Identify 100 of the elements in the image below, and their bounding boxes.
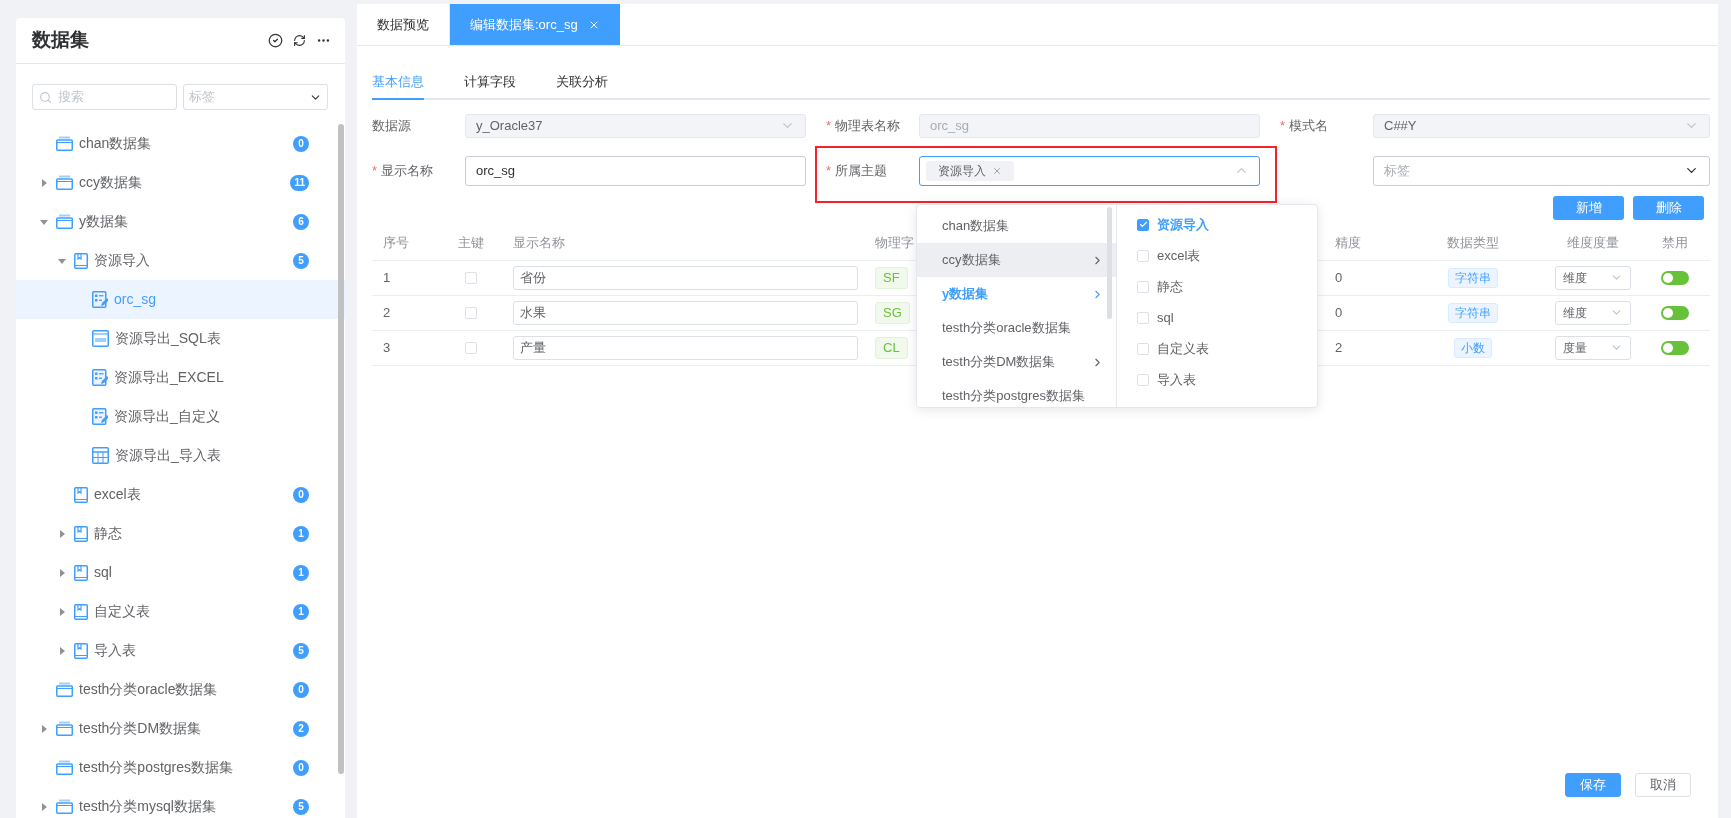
tree-item[interactable]: 静态 1 bbox=[16, 514, 345, 553]
book-icon bbox=[74, 486, 88, 503]
count-badge: 0 bbox=[293, 681, 309, 698]
toggle-switch[interactable] bbox=[1661, 305, 1689, 320]
sub-tab[interactable]: 关联分析 bbox=[556, 72, 608, 100]
checkbox-option[interactable]: 导入表 bbox=[1117, 364, 1317, 395]
caret-right-icon[interactable] bbox=[58, 646, 66, 655]
caret-down-icon[interactable] bbox=[58, 256, 66, 265]
book-icon bbox=[74, 564, 88, 581]
text-field[interactable]: 水果 bbox=[513, 300, 858, 325]
tree-item[interactable]: testh分类DM数据集 2 bbox=[16, 709, 345, 748]
form-edit-icon bbox=[92, 408, 108, 425]
column-header: 显示名称 bbox=[513, 233, 565, 252]
caret-right-icon[interactable] bbox=[40, 802, 48, 811]
tree-item-label: testh分类postgres数据集 bbox=[79, 758, 234, 777]
type-tag: 小数 bbox=[1453, 337, 1492, 358]
tree-item[interactable]: 资源导出_自定义 bbox=[16, 397, 345, 436]
tree-item[interactable]: 自定义表 1 bbox=[16, 592, 345, 631]
book-icon bbox=[74, 603, 88, 620]
tree-item-label: 静态 bbox=[94, 524, 122, 543]
cascader-option[interactable]: ccy数据集 bbox=[917, 243, 1116, 277]
column-header: 物理字 bbox=[875, 233, 914, 252]
caret-right-icon[interactable] bbox=[40, 724, 48, 733]
required-asterisk: * bbox=[826, 161, 832, 180]
tree-item-label: 资源导出_自定义 bbox=[114, 407, 220, 426]
field-label: 模式名 bbox=[1289, 116, 1329, 135]
refresh-icon[interactable] bbox=[293, 34, 306, 47]
caret-right-icon[interactable] bbox=[40, 178, 48, 187]
sub-tab[interactable]: 计算字段 bbox=[464, 72, 516, 100]
tree-item-label: 资源导入 bbox=[94, 251, 150, 270]
table-icon bbox=[92, 447, 109, 464]
count-badge: 0 bbox=[293, 486, 309, 503]
table-cell-text: 1 bbox=[383, 268, 391, 287]
tree-item[interactable]: chan数据集 0 bbox=[16, 124, 345, 163]
tree-item-label: 资源导出_导入表 bbox=[115, 446, 221, 465]
caret-down-icon[interactable] bbox=[40, 217, 48, 226]
field-tag: SG bbox=[875, 301, 910, 324]
checkbox-option[interactable]: sql bbox=[1117, 302, 1317, 333]
count-badge: 1 bbox=[293, 564, 309, 581]
tree-item-label: testh分类oracle数据集 bbox=[79, 680, 218, 699]
tree-item-label: 导入表 bbox=[94, 641, 136, 660]
scrollbar[interactable] bbox=[338, 124, 344, 774]
tree-item[interactable]: 资源导出_EXCEL bbox=[16, 358, 345, 397]
close-icon[interactable] bbox=[992, 165, 1002, 176]
caret-right-icon[interactable] bbox=[58, 529, 66, 538]
tree-item[interactable]: testh分类oracle数据集 0 bbox=[16, 670, 345, 709]
check-circle-icon[interactable] bbox=[268, 33, 283, 48]
measure-select[interactable]: 维度 bbox=[1554, 300, 1631, 325]
tree-item[interactable]: excel表 0 bbox=[16, 475, 345, 514]
count-badge: 5 bbox=[293, 642, 309, 659]
text-field[interactable]: orc_sg bbox=[465, 155, 806, 186]
column-header: 维度度量 bbox=[1566, 233, 1619, 252]
tree-item-label: ccy数据集 bbox=[79, 173, 142, 192]
tree-item-label: 资源导出_EXCEL bbox=[114, 368, 224, 387]
tree-item[interactable]: 资源导出_导入表 bbox=[16, 436, 345, 475]
count-badge: 0 bbox=[293, 135, 309, 152]
tree-item-label: y数据集 bbox=[79, 212, 128, 231]
table-cell-text: 2 bbox=[1335, 338, 1343, 357]
toggle-switch[interactable] bbox=[1661, 270, 1689, 285]
tree-item[interactable]: 资源导出_SQL表 bbox=[16, 319, 345, 358]
tray-icon bbox=[56, 175, 73, 190]
count-badge: 11 bbox=[290, 174, 309, 191]
text-field[interactable]: 省份 bbox=[513, 265, 858, 290]
required-asterisk: * bbox=[372, 161, 378, 180]
field-label: 数据源 bbox=[372, 116, 411, 135]
cascader-option[interactable]: testh分类postgres数据集 bbox=[917, 379, 1116, 407]
checkbox[interactable] bbox=[1137, 218, 1149, 231]
scrollbar[interactable] bbox=[1107, 207, 1112, 319]
caret-right-icon[interactable] bbox=[58, 607, 66, 616]
selected-tag: 资源导入 bbox=[926, 160, 1014, 181]
tree-item[interactable]: testh分类mysql数据集 5 bbox=[16, 787, 345, 818]
book-icon bbox=[74, 642, 88, 659]
tray-icon bbox=[56, 799, 73, 814]
tray-icon bbox=[56, 721, 73, 736]
tree-item-label: orc_sg bbox=[114, 290, 157, 309]
toggle-switch[interactable] bbox=[1661, 340, 1689, 355]
column-header: 主键 bbox=[458, 233, 484, 252]
tree-item[interactable]: 资源导入 5 bbox=[16, 241, 345, 280]
footer-button[interactable]: 取消 bbox=[1635, 773, 1691, 797]
tree-item[interactable]: 导入表 5 bbox=[16, 631, 345, 670]
tree-item[interactable]: y数据集 6 bbox=[16, 202, 345, 241]
checkbox-option[interactable]: excel表 bbox=[1117, 240, 1317, 271]
text-field[interactable]: 产量 bbox=[513, 335, 858, 360]
tree-item-label: chan数据集 bbox=[79, 134, 152, 153]
count-badge: 6 bbox=[293, 213, 309, 230]
required-asterisk: * bbox=[826, 116, 832, 135]
multi-select-field[interactable]: 资源导入 bbox=[919, 155, 1260, 186]
table-cell-text: 3 bbox=[383, 338, 391, 357]
field-tag: SF bbox=[875, 266, 908, 289]
tree-item-label: testh分类mysql数据集 bbox=[79, 797, 216, 816]
checkbox-option[interactable]: 自定义表 bbox=[1117, 333, 1317, 364]
caret-right-icon[interactable] bbox=[58, 568, 66, 577]
tree-item[interactable]: testh分类postgres数据集 0 bbox=[16, 748, 345, 787]
measure-select[interactable]: 维度 bbox=[1554, 265, 1631, 290]
measure-select[interactable]: 度量 bbox=[1554, 335, 1631, 360]
tree-item[interactable]: ccy数据集 11 bbox=[16, 163, 345, 202]
column-header: 数据类型 bbox=[1446, 233, 1499, 252]
book-icon bbox=[74, 525, 88, 542]
tree-item[interactable]: sql 1 bbox=[16, 553, 345, 592]
checkbox-option[interactable]: 静态 bbox=[1117, 271, 1317, 302]
